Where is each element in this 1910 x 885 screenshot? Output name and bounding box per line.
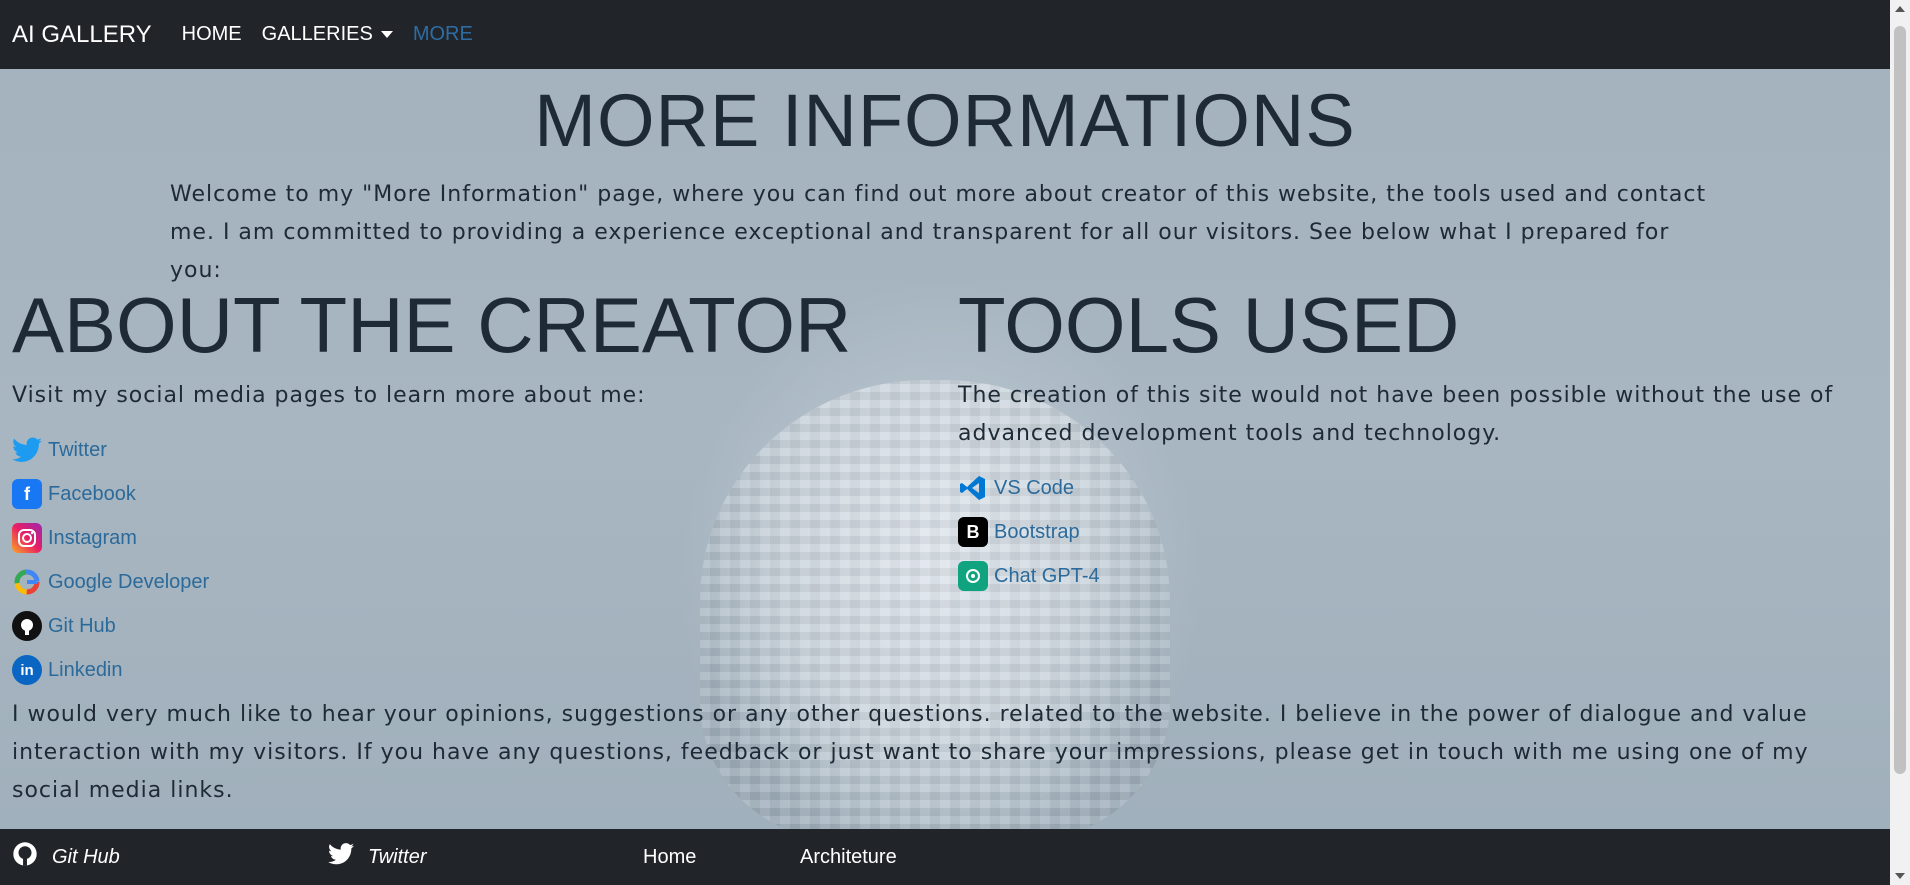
tool-link-label[interactable]: Chat GPT-4: [994, 565, 1100, 588]
page-title: MORE INFORMATIONS: [534, 79, 1356, 162]
twitter-icon: [12, 435, 42, 465]
tools-links-list: VS Code B Bootstrap Chat GPT-4: [958, 466, 1100, 598]
social-link-linkedin[interactable]: in Linkedin: [12, 648, 209, 692]
about-heading: ABOUT THE CREATOR: [12, 281, 852, 369]
social-links-list: Twitter f Facebook Instagram Google Deve…: [12, 428, 209, 692]
footer-link-label: Git Hub: [52, 845, 120, 868]
footer-link-label: Twitter: [368, 845, 427, 868]
social-link-google-developer[interactable]: Google Developer: [12, 560, 209, 604]
nav-galleries-label: GALLERIES: [261, 23, 373, 45]
vscode-icon: [958, 473, 988, 503]
tool-link-label[interactable]: Bootstrap: [994, 521, 1080, 544]
vertical-scrollbar[interactable]: [1890, 0, 1910, 885]
footer-architecture-link[interactable]: Architeture: [800, 829, 897, 885]
social-link-label[interactable]: Instagram: [48, 527, 137, 550]
social-link-label[interactable]: Git Hub: [48, 615, 116, 638]
intro-paragraph: Welcome to my "More Information" page, w…: [170, 182, 1707, 283]
scroll-up-arrow-icon[interactable]: [1895, 6, 1905, 12]
social-link-label[interactable]: Facebook: [48, 483, 136, 506]
brand-logo[interactable]: AI GALLERY: [12, 21, 152, 49]
scroll-down-arrow-icon[interactable]: [1895, 873, 1905, 879]
nav-galleries-dropdown[interactable]: GALLERIES: [262, 23, 393, 46]
tools-heading: TOOLS USED: [958, 281, 1460, 369]
google-icon: [12, 567, 42, 597]
github-icon: [12, 841, 38, 873]
social-link-label[interactable]: Google Developer: [48, 571, 209, 594]
tool-link-chatgpt[interactable]: Chat GPT-4: [958, 554, 1100, 598]
tool-link-label[interactable]: VS Code: [994, 477, 1074, 500]
social-link-label[interactable]: Linkedin: [48, 659, 123, 682]
about-text: Visit my social media pages to learn mor…: [12, 383, 646, 408]
linkedin-icon: in: [12, 655, 42, 685]
footer-home-link[interactable]: Home: [643, 829, 696, 885]
footer-twitter-link[interactable]: Twitter: [328, 829, 427, 885]
social-link-twitter[interactable]: Twitter: [12, 428, 209, 472]
social-link-github[interactable]: Git Hub: [12, 604, 209, 648]
social-link-instagram[interactable]: Instagram: [12, 516, 209, 560]
github-icon: [12, 611, 42, 641]
social-link-label[interactable]: Twitter: [48, 439, 107, 462]
tool-link-vscode[interactable]: VS Code: [958, 466, 1100, 510]
closing-paragraph: I would very much like to hear your opin…: [12, 702, 1809, 803]
tool-link-bootstrap[interactable]: B Bootstrap: [958, 510, 1100, 554]
scrollbar-thumb[interactable]: [1894, 26, 1906, 774]
bootstrap-icon: B: [958, 517, 988, 547]
social-link-facebook[interactable]: f Facebook: [12, 472, 209, 516]
tools-text: The creation of this site would not have…: [958, 383, 1834, 446]
instagram-icon: [12, 523, 42, 553]
nav-home[interactable]: HOME: [182, 23, 242, 46]
nav-more[interactable]: MORE: [413, 23, 473, 46]
facebook-icon: f: [12, 479, 42, 509]
top-navbar: AI GALLERY HOME GALLERIES MORE: [0, 0, 1890, 69]
footer-github-link[interactable]: Git Hub: [12, 829, 120, 885]
chatgpt-icon: [958, 561, 988, 591]
chevron-down-icon: [380, 31, 393, 39]
footer: Git Hub Twitter Home Architeture: [0, 829, 1890, 885]
twitter-icon: [328, 843, 354, 871]
